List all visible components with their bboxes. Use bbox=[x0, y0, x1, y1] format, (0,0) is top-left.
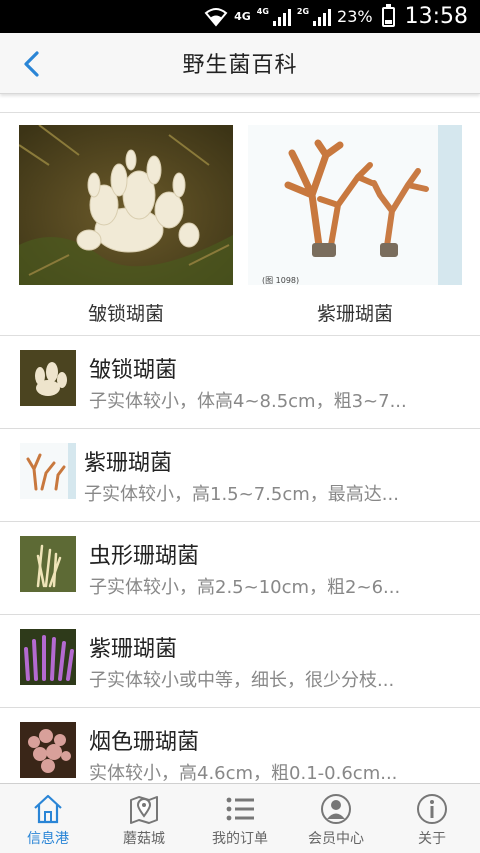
tab-mushroom-city[interactable]: 蘑菇城 bbox=[96, 784, 192, 853]
featured-card[interactable]: (图 1098) 紫珊瑚菌 bbox=[248, 125, 462, 326]
item-description: 子实体较小，高2.5~10cm，粗2~6... bbox=[89, 577, 401, 598]
signal-icon bbox=[272, 8, 291, 26]
tab-label: 会员中心 bbox=[308, 831, 364, 847]
thumbnail bbox=[20, 536, 76, 592]
list-item[interactable]: 皱锁瑚菌 子实体较小，体高4~8.5cm，粗3~7... bbox=[0, 336, 480, 429]
item-title: 紫珊瑚菌 bbox=[89, 637, 178, 662]
featured-label: 紫珊瑚菌 bbox=[316, 303, 393, 325]
user-icon bbox=[321, 794, 351, 824]
network-small-label: 4G bbox=[256, 7, 269, 16]
item-title: 烟色珊瑚菌 bbox=[89, 730, 200, 755]
mushroom-illustration: (图 1098) bbox=[248, 125, 462, 285]
tab-about[interactable]: 关于 bbox=[384, 784, 480, 853]
map-pin-icon bbox=[130, 796, 158, 824]
tab-label: 信息港 bbox=[27, 831, 69, 847]
featured-card[interactable]: 皱锁瑚菌 bbox=[19, 125, 233, 326]
network-2g-label: 2G bbox=[296, 7, 310, 16]
mushroom-list: 皱锁瑚菌 子实体较小，体高4~8.5cm，粗3~7... 紫珊瑚菌 子实体较小，… bbox=[0, 336, 480, 801]
signal-icon-2 bbox=[313, 8, 332, 26]
tab-member-center[interactable]: 会员中心 bbox=[288, 784, 384, 853]
list-icon bbox=[226, 797, 254, 821]
thumbnail bbox=[20, 350, 76, 406]
back-button[interactable] bbox=[20, 51, 44, 77]
item-title: 虫形珊瑚菌 bbox=[89, 544, 200, 569]
thumbnail bbox=[20, 722, 76, 778]
chevron-left-icon bbox=[24, 51, 39, 77]
tab-my-orders[interactable]: 我的订单 bbox=[192, 784, 288, 853]
thumbnail bbox=[20, 443, 76, 499]
info-icon bbox=[417, 794, 447, 824]
home-icon bbox=[34, 794, 62, 824]
tab-label: 关于 bbox=[418, 831, 446, 847]
battery-percent: 23% bbox=[337, 7, 373, 26]
tab-label: 蘑菇城 bbox=[123, 831, 165, 847]
featured-section: 皱锁瑚菌 (图 1098) 紫珊瑚菌 bbox=[0, 112, 480, 336]
bottom-tab-bar: 信息港 蘑菇城 我的订单 会员中心 关于 bbox=[0, 783, 480, 853]
item-title: 皱锁瑚菌 bbox=[89, 358, 178, 383]
status-bar: 4G 4G 2G 23% 13:58 bbox=[0, 0, 480, 33]
item-description: 子实体较小，高1.5~7.5cm，最高达... bbox=[84, 484, 399, 505]
item-description: 子实体较小或中等，细长，很少分枝... bbox=[89, 670, 395, 691]
list-item[interactable]: 紫珊瑚菌 子实体较小，高1.5~7.5cm，最高达... bbox=[0, 429, 480, 522]
item-description: 子实体较小，体高4~8.5cm，粗3~7... bbox=[89, 391, 407, 412]
tab-label: 我的订单 bbox=[212, 831, 268, 847]
list-item[interactable]: 紫珊瑚菌 子实体较小或中等，细长，很少分枝... bbox=[0, 615, 480, 708]
app-header: 野生菌百科 bbox=[0, 33, 480, 94]
list-item[interactable]: 虫形珊瑚菌 子实体较小，高2.5~10cm，粗2~6... bbox=[0, 522, 480, 615]
battery-icon bbox=[381, 3, 395, 27]
thumbnail bbox=[20, 629, 76, 685]
item-title: 紫珊瑚菌 bbox=[84, 451, 173, 476]
mushroom-photo bbox=[19, 125, 233, 285]
wifi-icon bbox=[204, 7, 228, 27]
image-caption: (图 1098) bbox=[262, 276, 300, 285]
item-description: 实体较小，高4.6cm，粗0.1-0.6cm... bbox=[89, 763, 398, 784]
featured-label: 皱锁瑚菌 bbox=[87, 303, 164, 325]
page-title: 野生菌百科 bbox=[182, 53, 298, 78]
tab-info[interactable]: 信息港 bbox=[0, 784, 96, 853]
network-type-label: 4G bbox=[234, 10, 251, 23]
clock: 13:58 bbox=[404, 4, 468, 29]
